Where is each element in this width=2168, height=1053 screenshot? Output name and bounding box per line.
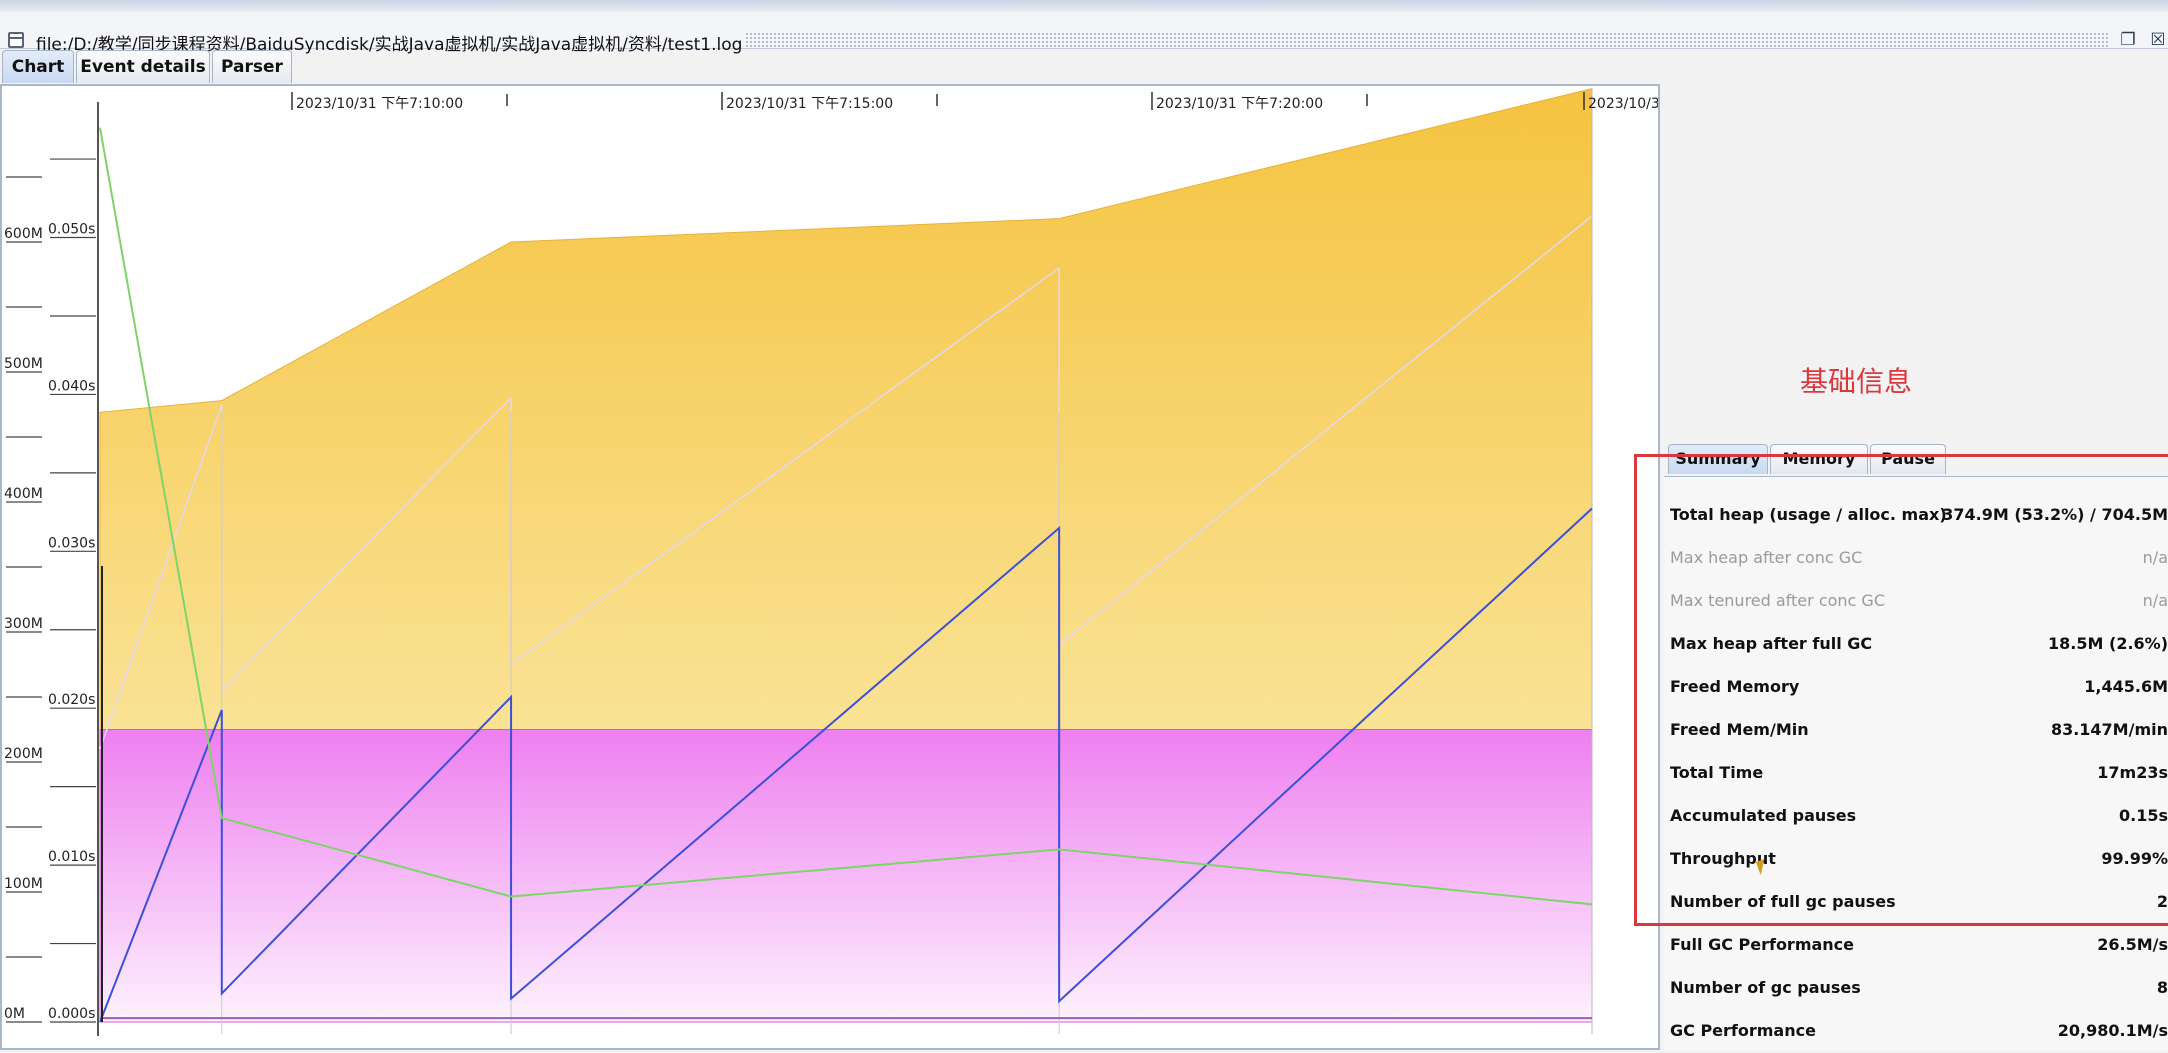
title-bar-grip[interactable]: [745, 32, 2110, 48]
memory-tick-label: 300M: [4, 616, 43, 632]
close-window-icon[interactable]: ☒: [2148, 30, 2168, 50]
time-tick-label: 2023/10/31: [1588, 96, 1658, 112]
pause-tick-label: 0.040s: [48, 378, 95, 394]
time-tick-label: 2023/10/31 下午7:15:00: [726, 96, 893, 112]
memory-tick-label: 500M: [4, 356, 43, 372]
stat-row-full-gc-performance: Full GC Performance 26.5M/s: [1670, 935, 2168, 954]
highlight-box: [1634, 454, 2168, 926]
tab-chart[interactable]: Chart: [2, 50, 74, 83]
young-gen-area: [99, 729, 1593, 1023]
memory-tick-label: 100M: [4, 876, 43, 892]
memory-tick-label: 400M: [4, 486, 43, 502]
pause-tick-label: 0.030s: [48, 535, 95, 551]
pause-tick-label: 0.010s: [48, 849, 95, 865]
memory-tick-label: 600M: [4, 226, 43, 242]
document-icon: [8, 32, 24, 48]
summary-heading: 基础信息: [1800, 365, 1913, 398]
time-tick-label: 2023/10/31 下午7:20:00: [1156, 96, 1323, 112]
tab-event-details[interactable]: Event details: [76, 50, 210, 83]
pause-tick-label: 0.020s: [48, 692, 95, 708]
restore-window-icon[interactable]: ❐: [2118, 30, 2138, 50]
gc-chart-panel[interactable]: 0M 100M 200M 300M 400M 500M 600M 0.000s 0.010s 0.…: [0, 84, 1660, 1050]
memory-tick-label: 200M: [4, 746, 43, 762]
document-title-bar: file:/D:/教学/同步课程资料/BaiduSyncdisk/实战Java虚…: [0, 12, 2168, 55]
memory-tick-label: 0M: [4, 1006, 25, 1022]
stat-row-gc-pauses: Number of gc pauses 8: [1670, 978, 2168, 997]
stat-row-gc-performance: GC Performance 20,980.1M/s: [1670, 1021, 2168, 1040]
tab-parser[interactable]: Parser: [212, 50, 292, 83]
pause-tick-label: 0.000s: [48, 1006, 95, 1022]
time-tick-label: 2023/10/31 下午7:10:00: [296, 96, 463, 112]
pause-tick-label: 0.050s: [48, 222, 95, 238]
gc-chart[interactable]: 0M 100M 200M 300M 400M 500M 600M 0.000s 0.010s 0.…: [2, 86, 1658, 1048]
